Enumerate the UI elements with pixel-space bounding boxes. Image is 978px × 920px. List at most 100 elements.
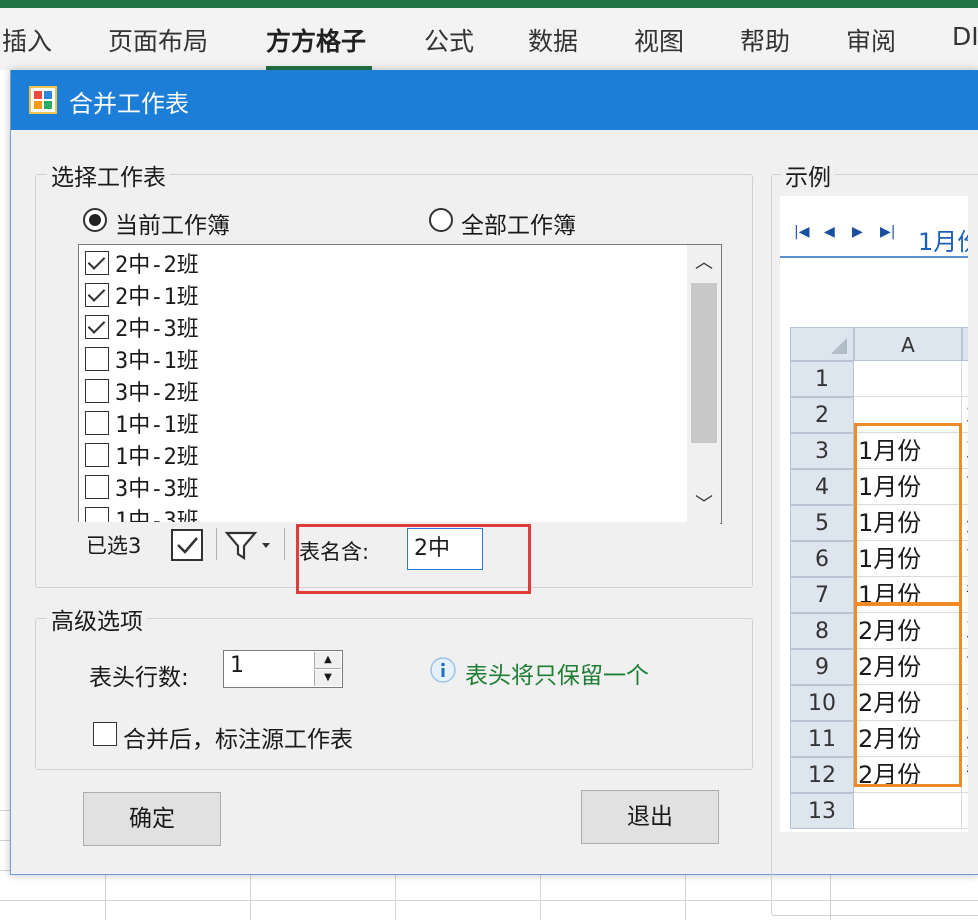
example-cell-b: 圣 [962, 505, 968, 541]
toolbar-divider [216, 528, 217, 560]
list-item[interactable]: 1中-2班 [85, 439, 685, 471]
sheet-name: 1中-1班 [115, 413, 199, 438]
example-cell-a [854, 361, 962, 397]
sheet-checkbox[interactable] [85, 443, 109, 467]
example-cell-b: 才 [962, 397, 968, 433]
advanced-options-group-label: 高级选项 [47, 602, 147, 636]
sheet-checkbox[interactable] [85, 475, 109, 499]
sheet-name: 2中-3班 [115, 317, 199, 342]
scroll-thumb[interactable] [691, 283, 717, 443]
list-item[interactable]: 3中-2班 [85, 375, 685, 407]
tab-insert[interactable]: 插入 [2, 22, 52, 58]
example-row-number: 6 [790, 541, 854, 577]
column-header-a: A [854, 327, 962, 361]
example-row-number: 3 [790, 433, 854, 469]
sheet-name: 1中-2班 [115, 445, 199, 470]
example-group-label: 示例 [781, 158, 835, 192]
dialog-titlebar[interactable]: 合并工作表 [11, 70, 978, 130]
tab-page-layout[interactable]: 页面布局 [108, 22, 208, 58]
column-header-b [962, 327, 968, 361]
example-row-number: 2 [790, 397, 854, 433]
sheet-checkbox[interactable] [85, 379, 109, 403]
sheet-checkbox[interactable] [85, 283, 109, 307]
list-item[interactable]: 3中-3班 [85, 471, 685, 503]
example-row-number: 13 [790, 793, 854, 829]
last-sheet-icon: ▶| [880, 224, 896, 240]
list-item[interactable]: 2中-2班 [85, 247, 685, 279]
example-cell-b: 靓 [962, 757, 968, 793]
list-item[interactable]: 2中-3班 [85, 311, 685, 343]
tab-formulas[interactable]: 公式 [424, 22, 474, 58]
example-cell-b: 圣 [962, 721, 968, 757]
spinner-down-icon[interactable]: ▼ [314, 670, 341, 686]
example-cell-b: 靓 [962, 577, 968, 613]
filter-funnel-icon[interactable] [224, 528, 274, 562]
spinner-up-icon[interactable]: ▲ [314, 652, 341, 669]
info-text: 表头将只保留一个 [465, 663, 649, 689]
tab-fangfang[interactable]: 方方格子 [266, 22, 366, 58]
header-rows-value: 1 [230, 653, 244, 678]
sheet-checkbox[interactable] [85, 347, 109, 371]
sheet-checkbox[interactable] [85, 315, 109, 339]
mark-source-checkbox[interactable] [93, 722, 117, 746]
example-row-number: 5 [790, 505, 854, 541]
example-cell-b: 革 [962, 613, 968, 649]
example-group-marker-feb [854, 603, 962, 787]
app-icon [29, 86, 57, 114]
example-row-number: 10 [790, 685, 854, 721]
sheet-list[interactable]: 2中-2班 2中-1班 2中-3班 3中-1班 3中-2班 1中-1班 1中-2… [78, 244, 722, 524]
highlight-annotation [296, 524, 531, 594]
tab-data[interactable]: 数据 [528, 22, 578, 58]
example-row-number: 7 [790, 577, 854, 613]
tab-review[interactable]: 审阅 [846, 22, 896, 58]
list-item[interactable]: 3中-1班 [85, 343, 685, 375]
radio-all-workbooks[interactable] [429, 208, 453, 232]
radio-current-workbook-label[interactable]: 当前工作簿 [115, 206, 230, 240]
example-cell-b: 西 [962, 469, 968, 505]
grid-corner [790, 327, 854, 361]
sheet-name: 3中-2班 [115, 381, 199, 406]
radio-current-workbook[interactable] [83, 208, 107, 232]
example-cell-a [854, 793, 962, 829]
radio-all-workbooks-label[interactable]: 全部工作簿 [461, 206, 576, 240]
dialog-title: 合并工作表 [69, 90, 189, 118]
sheet-name: 3中-1班 [115, 349, 199, 374]
example-cell-b [962, 793, 968, 829]
sheet-name: 2中-1班 [115, 285, 199, 310]
tab-help[interactable]: 帮助 [740, 22, 790, 58]
example-cell-b: 西 [962, 649, 968, 685]
selected-count: 已选3 [86, 534, 142, 558]
example-row-number: 12 [790, 757, 854, 793]
example-row-number: 9 [790, 649, 854, 685]
list-item[interactable]: 1中-1班 [85, 407, 685, 439]
first-sheet-icon: |◀ [794, 224, 810, 240]
tab-di[interactable]: DI [952, 22, 978, 51]
example-row-number: 4 [790, 469, 854, 505]
sheet-name: 1中-3班 [115, 509, 199, 524]
list-item[interactable]: 1中-3班 [85, 503, 685, 524]
next-sheet-icon: ▶ [852, 224, 863, 240]
select-sheets-group-label: 选择工作表 [47, 158, 170, 192]
ok-button[interactable]: 确定 [83, 792, 221, 846]
sheet-checkbox[interactable] [85, 251, 109, 275]
scroll-up-icon[interactable]: ︿ [687, 249, 721, 277]
list-item[interactable]: 2中-1班 [85, 279, 685, 311]
scroll-down-icon[interactable]: ﹀ [687, 491, 721, 519]
list-scrollbar[interactable]: ︿ ﹀ [687, 245, 721, 523]
ribbon-tabs: 插入 页面布局 方方格子 公式 数据 视图 帮助 审阅 DI [0, 8, 978, 71]
example-row-number: 11 [790, 721, 854, 757]
select-all-checkbox-icon[interactable] [170, 528, 204, 562]
exit-button[interactable]: 退出 [581, 790, 719, 844]
example-cell-b: 革 [962, 433, 968, 469]
example-sheet-tab: 1月份 [918, 228, 968, 256]
example-preview: |◀ ◀ ▶ ▶| 1月份 A 12才31月份革41月份西51月份圣61月份芭7… [780, 196, 968, 832]
header-rows-spinner[interactable]: 1 ▲ ▼ [223, 650, 343, 688]
ribbon-accent-bar [0, 0, 978, 8]
mark-source-label[interactable]: 合并后，标注源工作表 [123, 720, 353, 754]
tab-view[interactable]: 视图 [634, 22, 684, 58]
sheet-name: 3中-3班 [115, 477, 199, 502]
example-row-number: 8 [790, 613, 854, 649]
toolbar-divider [284, 528, 285, 560]
sheet-checkbox[interactable] [85, 411, 109, 435]
header-rows-label: 表头行数: [89, 665, 189, 691]
